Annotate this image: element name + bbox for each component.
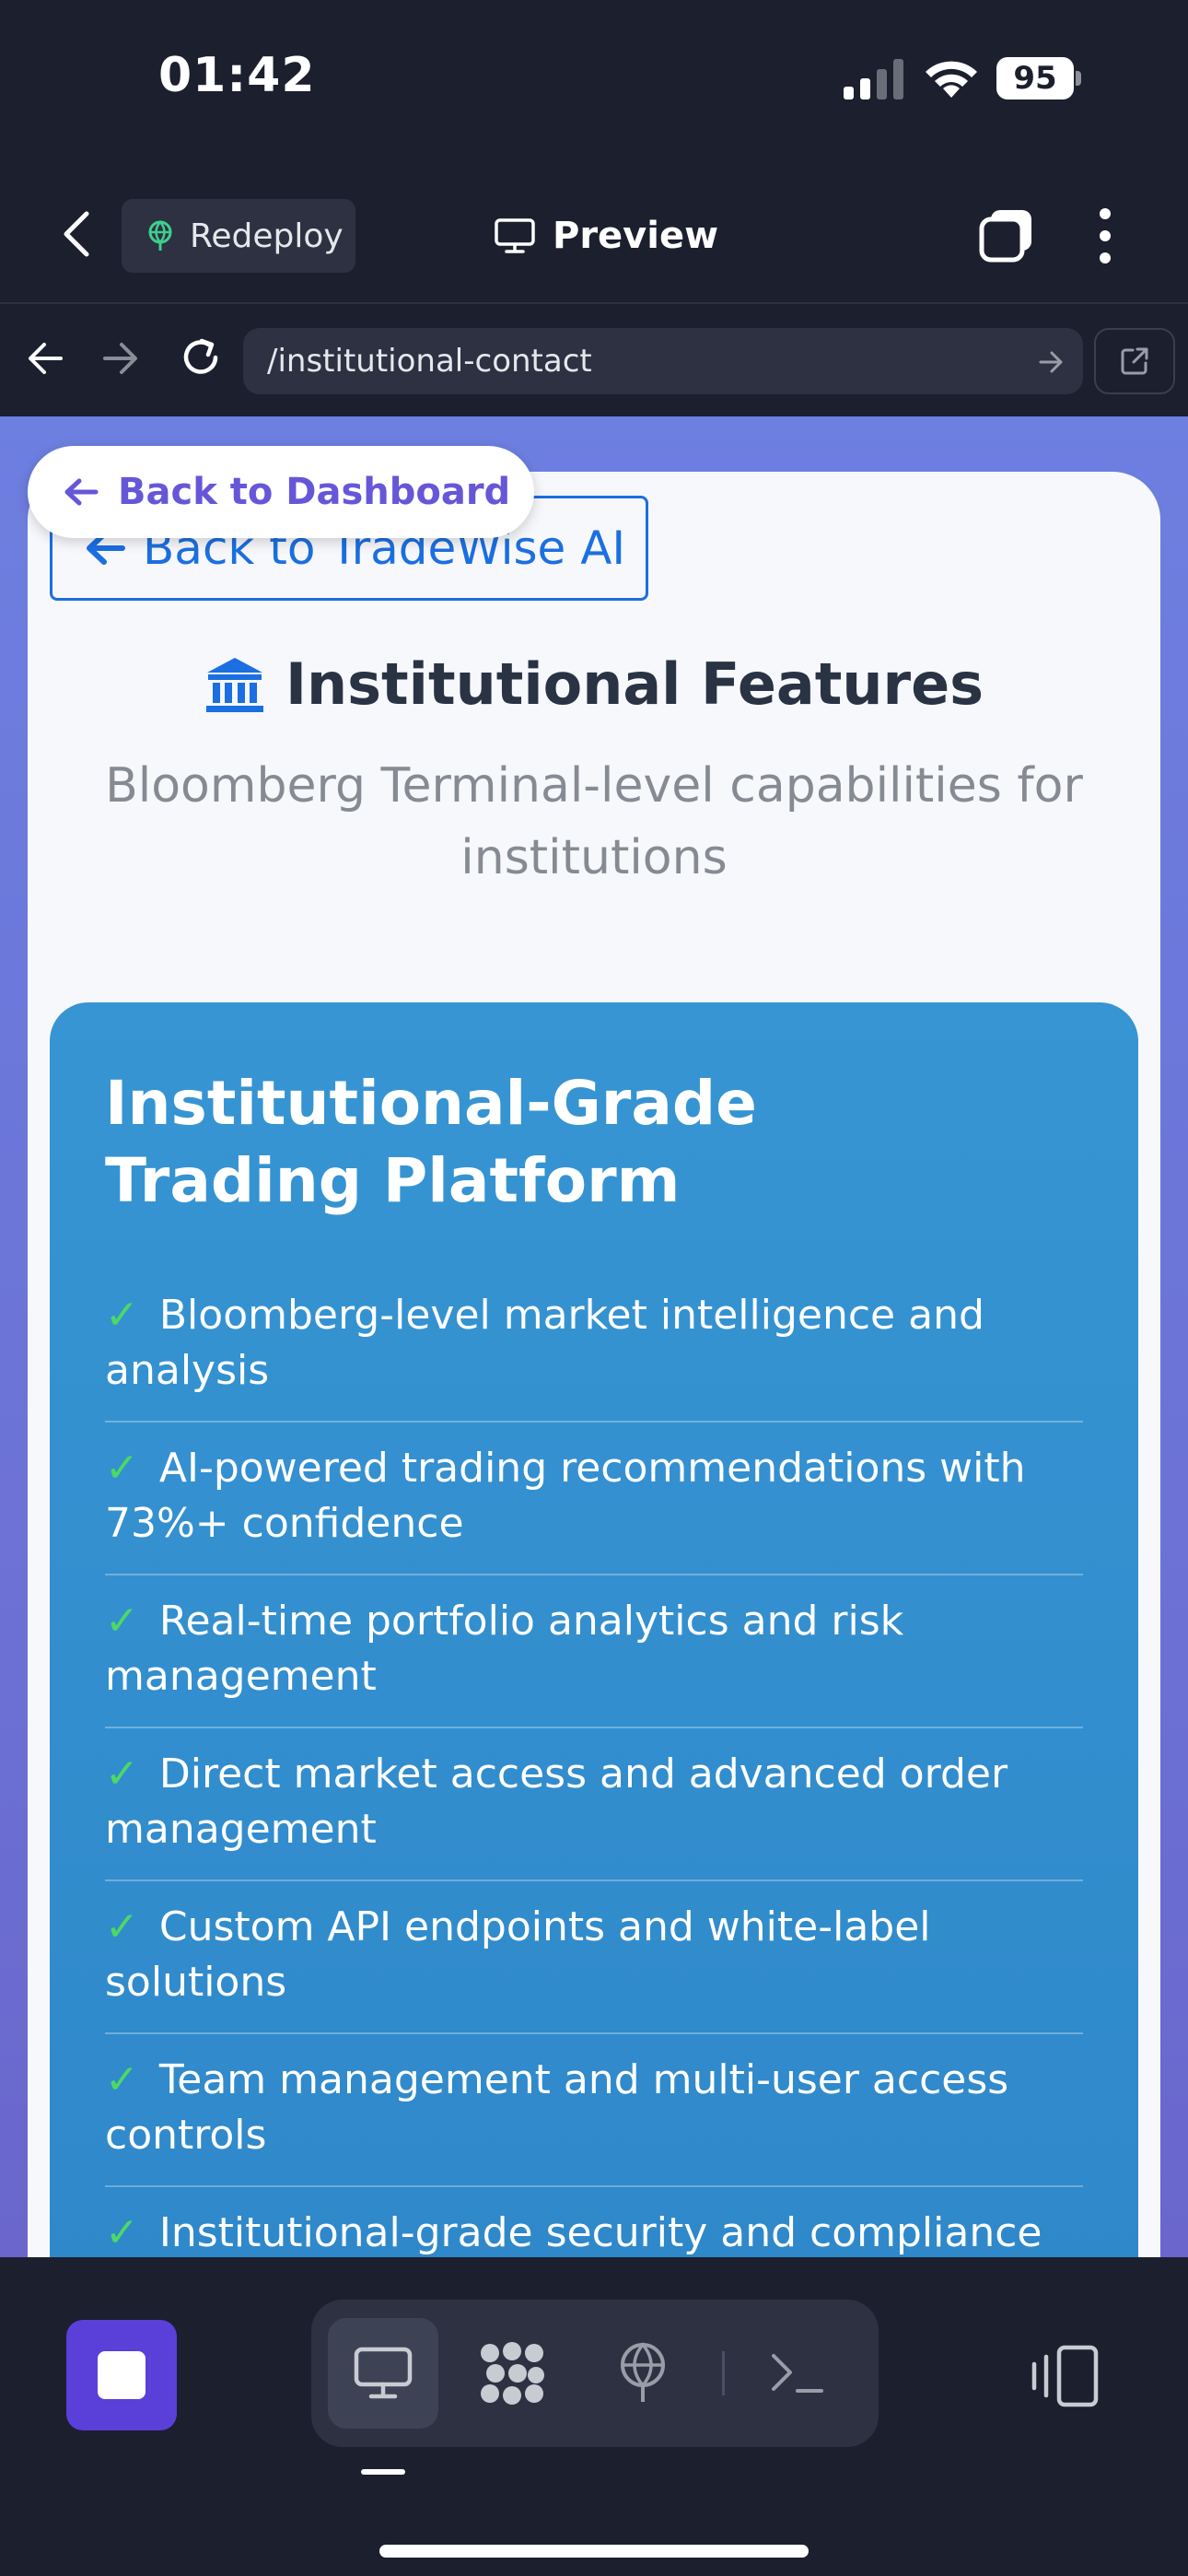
battery-icon: 95 xyxy=(996,57,1081,100)
bank-icon xyxy=(205,657,263,712)
apps-button[interactable] xyxy=(466,2327,558,2419)
url-text: /institutional-contact xyxy=(267,343,592,380)
reload-icon[interactable] xyxy=(177,334,225,381)
arrow-right-icon[interactable] xyxy=(99,337,142,380)
check-icon: ✓ xyxy=(105,1292,139,1339)
deploy-icon xyxy=(621,2342,665,2402)
feature-text: Real-time portfolio analytics and risk m… xyxy=(105,1598,904,1700)
tabs-icon[interactable] xyxy=(978,206,1035,263)
feature-item: ✓ Custom API endpoints and white-label so… xyxy=(105,1881,1083,2034)
battery-tip xyxy=(1076,71,1081,86)
more-vertical-icon[interactable] xyxy=(1087,206,1124,265)
page-title-text: Institutional Features xyxy=(285,650,984,718)
status-time: 01:42 xyxy=(158,48,316,103)
open-external-icon xyxy=(1121,347,1148,375)
feature-list: ✓ Bloomberg-level market intelligence and… xyxy=(105,1270,1083,2257)
arrow-go-icon[interactable] xyxy=(1037,348,1065,376)
check-icon: ✓ xyxy=(105,1598,139,1645)
check-icon: ✓ xyxy=(105,2056,139,2103)
feature-text: Direct market access and advanced order … xyxy=(105,1751,1008,1853)
preview-label: Preview xyxy=(553,215,719,257)
globe-deploy-icon xyxy=(148,220,172,251)
back-to-dashboard-button[interactable]: Back to Dashboard xyxy=(28,446,534,538)
apps-icon xyxy=(481,2342,544,2405)
preview-title: Preview xyxy=(494,208,718,263)
check-icon: ✓ xyxy=(105,1903,139,1950)
home-indicator xyxy=(379,2545,809,2558)
feature-item: ✓ Direct market access and advanced order… xyxy=(105,1728,1083,1881)
feature-text: Custom API endpoints and white-label sol… xyxy=(105,1903,931,2006)
desktop-icon xyxy=(354,2347,413,2399)
back-to-dashboard-label: Back to Dashboard xyxy=(118,471,511,513)
feature-text: Institutional-grade security and complia… xyxy=(158,2209,1042,2256)
check-icon: ✓ xyxy=(105,1445,139,1492)
panel-title: Institutional-Grade Trading Platform xyxy=(105,1068,757,1216)
toolbar-divider xyxy=(722,2351,725,2395)
view-switcher xyxy=(311,2300,879,2447)
deploy-button[interactable] xyxy=(597,2327,689,2419)
check-icon: ✓ xyxy=(105,2209,139,2256)
feature-item: ✓ Team management and multi-user access c… xyxy=(105,2034,1083,2187)
wifi-icon xyxy=(926,61,977,98)
stop-icon xyxy=(98,2351,146,2399)
devices-icon[interactable] xyxy=(1030,2344,1100,2408)
open-external-button[interactable] xyxy=(1094,328,1175,394)
stop-button[interactable] xyxy=(66,2320,177,2430)
feature-text: AI-powered trading recommendations with … xyxy=(105,1445,1026,1547)
active-tab-indicator xyxy=(361,2469,405,2475)
feature-item: ✓ Real-time portfolio analytics and risk … xyxy=(105,1575,1083,1728)
terminal-button[interactable] xyxy=(751,2327,844,2419)
feature-item: ✓ Institutional-grade security and compli… xyxy=(105,2187,1083,2257)
page-subtitle: Bloomberg Terminal-level capabilities fo… xyxy=(105,758,1083,885)
page-title: Institutional Features xyxy=(0,650,1188,718)
feature-text: Bloomberg-level market intelligence and … xyxy=(105,1292,984,1394)
terminal-icon xyxy=(772,2354,823,2393)
url-field[interactable]: /institutional-contact xyxy=(243,328,1083,394)
feature-panel: Institutional-Grade Trading Platform ✓ Bl… xyxy=(50,1002,1138,2257)
arrow-left-icon[interactable] xyxy=(24,337,66,380)
arrow-left-icon xyxy=(64,478,99,506)
cellular-signal-icon xyxy=(844,59,903,100)
check-icon: ✓ xyxy=(105,1751,139,1797)
chevron-left-icon[interactable] xyxy=(55,208,101,260)
webview: Back to TradeWise AI Back to Dashboard I… xyxy=(0,416,1188,2257)
bottom-toolbar xyxy=(0,2257,1188,2576)
desktop-view-button[interactable] xyxy=(328,2318,438,2429)
redeploy-button[interactable]: Redeploy xyxy=(122,199,355,273)
monitor-icon xyxy=(495,218,535,253)
app-header: Redeploy Preview xyxy=(0,166,1188,304)
feature-item: ✓ AI-powered trading recommendations with… xyxy=(105,1423,1083,1575)
feature-text: Team management and multi-user access co… xyxy=(105,2056,1009,2159)
status-bar: 01:42 95 xyxy=(0,0,1188,166)
browser-bar: /institutional-contact xyxy=(0,306,1188,416)
battery-level: 95 xyxy=(996,57,1074,100)
redeploy-label: Redeploy xyxy=(190,217,344,255)
feature-item: ✓ Bloomberg-level market intelligence and… xyxy=(105,1270,1083,1423)
